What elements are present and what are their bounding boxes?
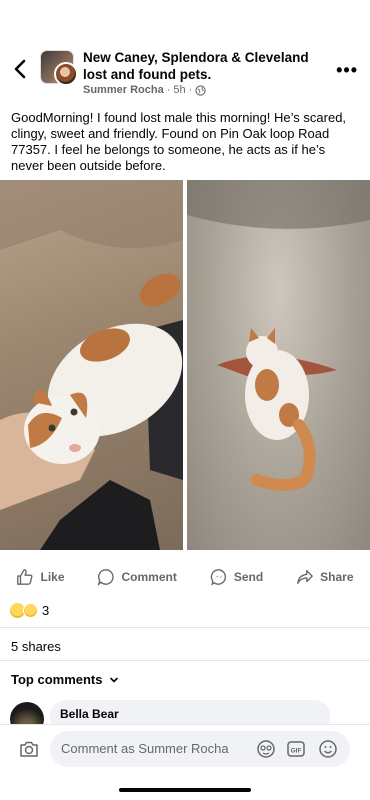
meta-separator-2: · [188,84,193,96]
comment-author[interactable]: Bella Bear [60,707,119,721]
gif-icon[interactable]: GIF [286,739,306,759]
post-text: GoodMorning! I found lost male this morn… [11,110,347,173]
group-name[interactable]: New Caney, Splendora & Cleveland lost an… [83,49,323,83]
comment-label: Comment [121,570,177,584]
share-button[interactable]: Share [296,568,354,586]
photo-grid [0,180,370,550]
thumbs-up-icon [17,569,33,585]
cat-photo-1[interactable] [0,180,183,550]
divider [0,627,370,628]
cat-photo-2[interactable] [187,180,370,550]
post-meta: Summer Rocha · 5h · [83,84,206,96]
reaction-summary[interactable]: 3 [10,603,49,618]
chevron-down-icon [109,677,118,683]
avatar[interactable] [40,50,80,88]
more-options-icon[interactable]: ••• [336,60,358,81]
comment-bubble-icon [98,569,115,586]
cat-illustration-2 [187,180,370,491]
avatar-sticker-icon[interactable] [256,739,276,759]
share-arrow-icon [297,570,314,584]
author-name[interactable]: Summer Rocha [83,84,164,96]
meta-separator: · [166,84,171,96]
emoji-icon[interactable] [318,739,338,759]
cat-illustration-1 [0,180,183,550]
user-avatar[interactable] [54,62,78,86]
comment-input-placeholder: Comment as Summer Rocha [61,741,229,756]
comment-sort-dropdown[interactable]: Top comments [11,672,119,687]
globe-icon [195,84,206,96]
divider-2 [0,660,370,661]
svg-text:GIF: GIF [291,748,302,755]
messenger-icon [210,569,226,586]
action-bar: Like Comment Send Share [0,565,370,589]
like-button[interactable]: Like [16,568,65,586]
share-label: Share [320,570,354,584]
comment-input[interactable]: Comment as Summer Rocha GIF [50,731,350,767]
share-count[interactable]: 5 shares [11,639,61,654]
back-icon[interactable] [10,58,30,80]
post-time[interactable]: 5h [173,84,185,96]
comment-button[interactable]: Comment [97,568,177,586]
home-indicator [119,788,251,792]
comment-composer-bar: Comment as Summer Rocha GIF [0,724,370,774]
post-header: New Caney, Splendora & Cleveland lost an… [0,46,370,100]
camera-icon[interactable] [18,738,40,760]
send-button[interactable]: Send [210,568,263,586]
send-label: Send [233,570,264,584]
like-label: Like [40,570,65,584]
reaction-count: 3 [42,603,50,618]
sad-emoji-icon [23,603,38,618]
comment-sort-label: Top comments [11,672,103,687]
